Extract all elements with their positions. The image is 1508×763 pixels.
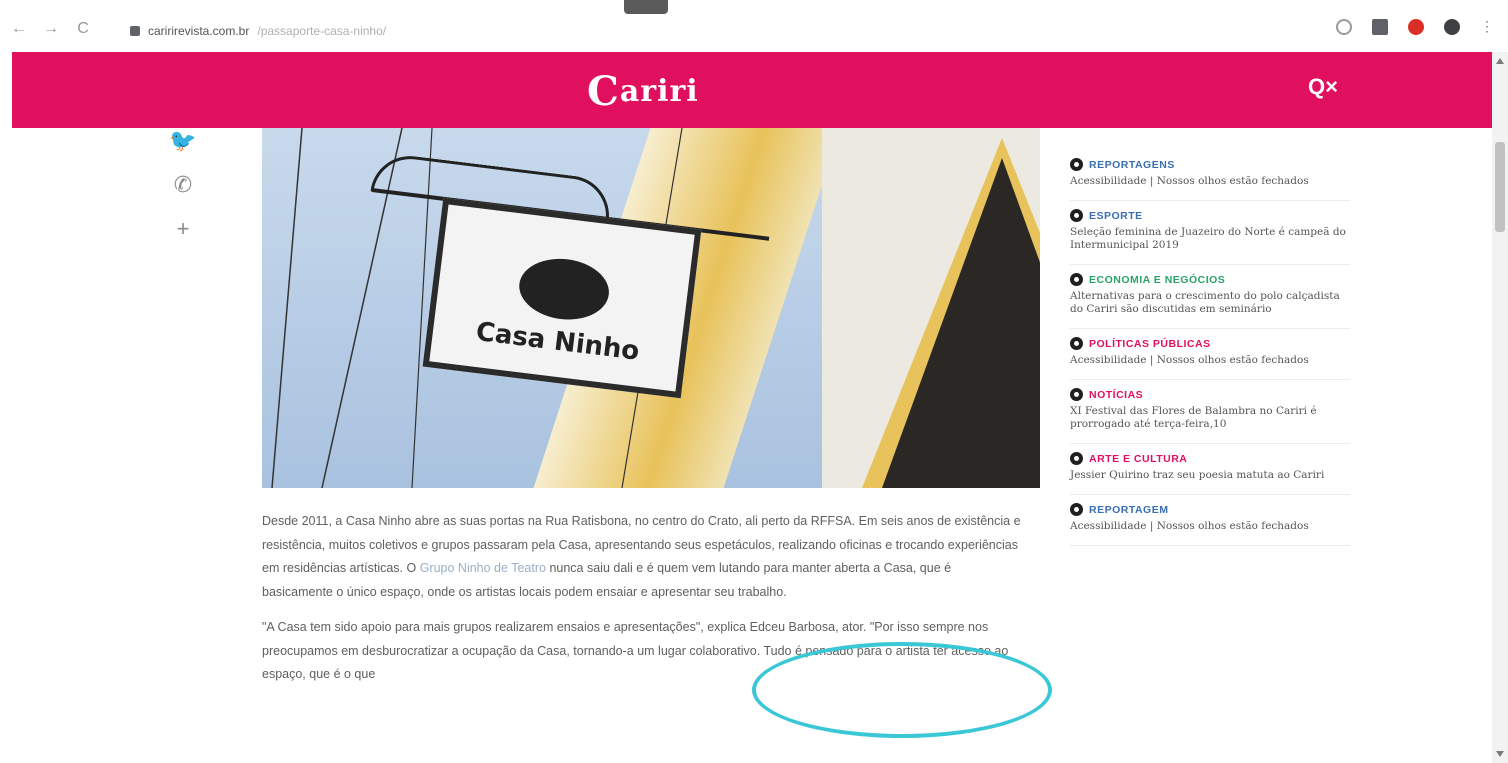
casa-ninho-sign: Casa Ninho: [422, 197, 702, 399]
bullet-icon: [1070, 273, 1083, 286]
back-icon[interactable]: ←: [10, 20, 28, 38]
sidebar-item[interactable]: ECONOMIA E NEGÓCIOS Alternativas para o …: [1070, 265, 1350, 329]
sidebar-item[interactable]: ARTE E CULTURA Jessier Quirino traz seu …: [1070, 444, 1350, 495]
logo-text: ariri: [619, 74, 699, 109]
extension-icon[interactable]: [1372, 18, 1388, 35]
forward-icon[interactable]: →: [42, 20, 60, 38]
browser-extensions: ⋮: [1336, 18, 1494, 35]
sidebar-item[interactable]: NOTÍCIAS XI Festival das Flores de Balam…: [1070, 380, 1350, 444]
url-path: /passaporte-casa-ninho/: [257, 24, 387, 38]
plus-icon[interactable]: +: [177, 216, 190, 242]
related-sidebar: REPORTAGENS Acessibilidade | Nossos olho…: [1070, 150, 1350, 546]
address-bar[interactable]: caririrevista.com.br/passaporte-casa-nin…: [130, 20, 1280, 42]
site-header: Cariri Q×: [12, 52, 1492, 128]
logo-initial: C: [587, 68, 620, 115]
reload-icon[interactable]: C: [74, 20, 92, 38]
star-icon[interactable]: [1336, 18, 1352, 35]
article-paragraph: Desde 2011, a Casa Ninho abre as suas po…: [262, 514, 1021, 599]
scroll-down-icon[interactable]: [1496, 751, 1504, 757]
url-domain: caririrevista.com.br: [148, 24, 250, 38]
whatsapp-icon[interactable]: ✆: [174, 172, 192, 198]
sign-text: Casa Ninho: [474, 316, 641, 367]
bullet-icon: [1070, 452, 1083, 465]
nest-logo-icon: [515, 253, 613, 325]
menu-icon[interactable]: ⋮: [1480, 18, 1494, 35]
adblock-icon[interactable]: [1408, 18, 1424, 35]
grupo-ninho-link[interactable]: Grupo Ninho de Teatro: [420, 561, 546, 575]
lock-icon: [130, 26, 140, 36]
bullet-icon: [1070, 209, 1083, 222]
scroll-up-icon[interactable]: [1496, 58, 1504, 64]
twitter-icon[interactable]: 🐦: [169, 128, 196, 154]
sidebar-item[interactable]: ESPORTE Seleção feminina de Juazeiro do …: [1070, 201, 1350, 265]
share-bar: 🐦 ✆ +: [168, 128, 198, 242]
bullet-icon: [1070, 158, 1083, 171]
highlight-annotation: [752, 642, 1052, 738]
header-actions: Q×: [1308, 74, 1338, 100]
search-close-icon[interactable]: Q×: [1308, 74, 1338, 100]
browser-toolbar: ← → C caririrevista.com.br/passaporte-ca…: [0, 0, 1508, 52]
sidebar-item[interactable]: REPORTAGENS Acessibilidade | Nossos olho…: [1070, 150, 1350, 201]
bullet-icon: [1070, 388, 1083, 401]
bullet-icon: [1070, 503, 1083, 516]
tab-handle[interactable]: [624, 0, 668, 14]
page-scrollbar[interactable]: [1492, 52, 1508, 763]
sidebar-item[interactable]: REPORTAGEM Acessibilidade | Nossos olhos…: [1070, 495, 1350, 546]
sidebar-item[interactable]: POLÍTICAS PÚBLICAS Acessibilidade | Noss…: [1070, 329, 1350, 380]
browser-nav: ← → C: [10, 20, 92, 38]
hero-image: Casa Ninho: [262, 128, 1040, 488]
scroll-thumb[interactable]: [1495, 142, 1505, 232]
bullet-icon: [1070, 337, 1083, 350]
site-logo[interactable]: Cariri: [587, 68, 699, 115]
profile-icon[interactable]: [1444, 18, 1460, 35]
